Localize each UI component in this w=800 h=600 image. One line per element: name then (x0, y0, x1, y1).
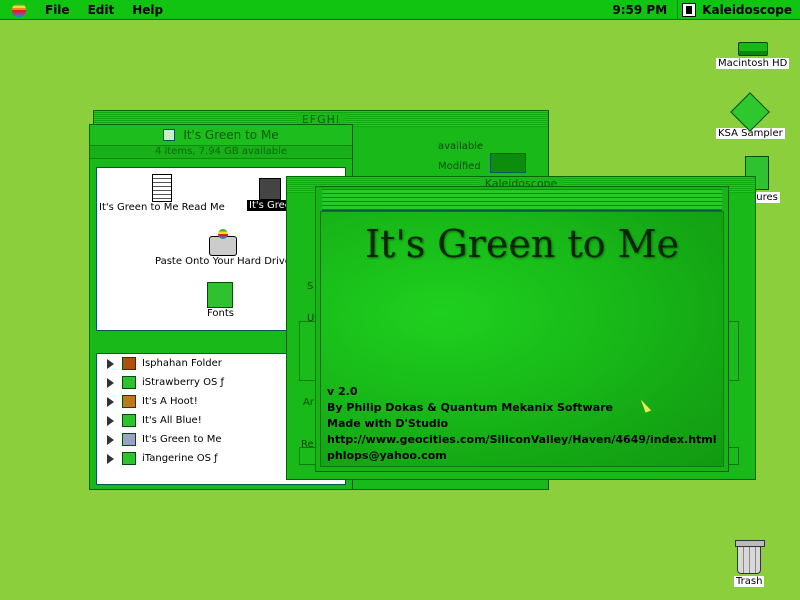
document-icon (122, 433, 136, 446)
application-name: Kaleidoscope (702, 2, 792, 17)
list-item-label: iTangerine OS ƒ (142, 453, 218, 464)
application-menu[interactable]: Kaleidoscope (678, 2, 800, 17)
about-body: It's Green to Me v 2.0 By Philip Dokas &… (320, 211, 724, 467)
kaleidoscope-label: Ar (303, 397, 314, 408)
menu-right: 9:59 PM Kaleidoscope (602, 0, 800, 20)
icon-paste-onto-hard-drive[interactable]: Paste Onto Your Hard Drive (155, 229, 291, 267)
menu-clock[interactable]: 9:59 PM (602, 3, 677, 17)
desktop-icon-trash[interactable]: Trash (734, 540, 766, 587)
disclosure-triangle-icon[interactable] (107, 358, 114, 369)
about-author: By Philip Dokas & Quantum Mekanix Softwa… (327, 401, 613, 414)
efghi-available-text: available (438, 141, 484, 152)
window-title: It's Green to Me (183, 128, 279, 142)
icon-label: Fonts (207, 308, 234, 319)
disclosure-triangle-icon[interactable] (107, 453, 114, 464)
about-title: It's Green to Me (365, 222, 679, 266)
hard-drive-icon (737, 42, 768, 56)
about-title-stripes[interactable] (322, 189, 722, 211)
list-item-label: It's Green to Me (142, 434, 222, 445)
application-icon (682, 2, 697, 17)
desktop-icon-label: Macintosh HD (716, 58, 790, 69)
folder-icon (122, 452, 136, 465)
desktop-icon-label: Trash (734, 576, 765, 587)
icon-fonts[interactable]: Fonts (207, 282, 234, 319)
about-url[interactable]: http://www.geocities.com/SiliconValley/H… (327, 432, 717, 448)
menu-help[interactable]: Help (123, 3, 172, 17)
trash-icon (735, 540, 766, 574)
about-version: v 2.0 (327, 385, 358, 398)
about-email[interactable]: phlops@yahoo.com (327, 448, 717, 464)
folder-icon (122, 414, 136, 427)
owl-icon (122, 395, 136, 408)
list-item-label: It's A Hoot! (142, 396, 198, 407)
about-made-with: Made with D'Studio (327, 417, 449, 430)
menu-bar: File Edit Help 9:59 PM Kaleidoscope (0, 0, 800, 20)
disclosure-triangle-icon[interactable] (107, 396, 114, 407)
menu-edit[interactable]: Edit (79, 3, 124, 17)
folder-mini-icon (163, 129, 176, 141)
desktop-icon-macintosh-hd[interactable]: Macintosh HD (716, 42, 790, 69)
list-item-label: Isphahan Folder (142, 358, 222, 369)
list-item-label: iStrawberry OS ƒ (142, 377, 225, 388)
document-icon (151, 174, 172, 202)
disclosure-triangle-icon[interactable] (107, 434, 114, 445)
desktop-icon-ksa-sampler[interactable]: KSA Sampler (716, 92, 785, 139)
menu-file[interactable]: File (36, 3, 79, 17)
efghi-scroll-box[interactable] (490, 153, 526, 173)
disclosure-triangle-icon[interactable] (107, 377, 114, 388)
folder-icon (122, 357, 136, 370)
disclosure-triangle-icon[interactable] (107, 415, 114, 426)
kaleidoscope-label: S (307, 281, 314, 292)
hard-drive-icon (208, 229, 237, 256)
efghi-modified-header[interactable]: Modified (438, 161, 481, 172)
about-credits: v 2.0 By Philip Dokas & Quantum Mekanix … (327, 384, 717, 464)
icon-label: It's Green to Me Read Me (99, 202, 225, 213)
list-item-label: It's All Blue! (142, 415, 202, 426)
icon-label: Paste Onto Your Hard Drive (155, 256, 291, 267)
window-info-bar: 4 items, 7.94 GB available (90, 145, 352, 159)
about-box[interactable]: It's Green to Me v 2.0 By Philip Dokas &… (315, 186, 729, 472)
fonts-folder-icon (207, 282, 234, 308)
window-title-bar[interactable]: It's Green to Me (90, 125, 352, 145)
icon-read-me[interactable]: It's Green to Me Read Me (99, 174, 225, 213)
application-icon (258, 178, 281, 200)
apple-menu-icon[interactable] (12, 2, 26, 17)
folder-icon (122, 376, 136, 389)
ksa-sampler-icon (730, 92, 771, 132)
